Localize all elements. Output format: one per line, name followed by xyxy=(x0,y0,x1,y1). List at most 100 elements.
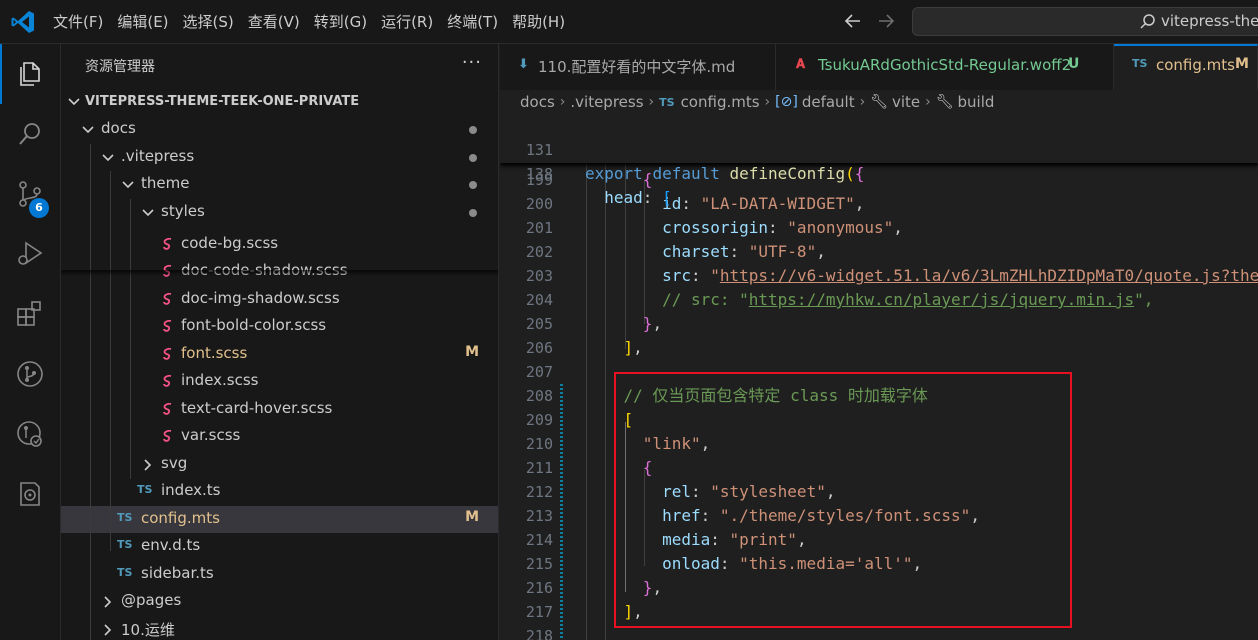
code-line: { xyxy=(642,458,653,477)
menu-file[interactable]: 文件(F) xyxy=(46,0,110,44)
search-icon xyxy=(19,123,40,145)
typescript-file-icon: TS xyxy=(117,511,133,524)
code-link[interactable]: https://v6-widget.51.la/v6/3LmZHLhDZIDpM… xyxy=(720,266,1258,285)
testing-activity[interactable] xyxy=(0,464,61,524)
chevron-right-icon xyxy=(144,459,152,471)
tree-item-label: doc-img-shadow.scss xyxy=(181,289,340,307)
tree-item[interactable]: doc-img-shadow.scss xyxy=(61,286,498,313)
tree-item[interactable]: theme xyxy=(61,171,498,198)
explorer-title: 资源管理器 xyxy=(85,59,155,75)
sticky-scroll: 131 export default defineConfig({ 138 he… xyxy=(500,114,1258,207)
tree-item[interactable]: .vitepress xyxy=(61,144,498,171)
line-number: 206 xyxy=(525,339,553,357)
tree-sticky-shadow xyxy=(61,270,498,276)
line-number: 215 xyxy=(525,555,553,573)
testing-icon xyxy=(20,482,40,506)
menu-edit[interactable]: 编辑(E) xyxy=(110,0,175,44)
chevron-right-icon: › xyxy=(925,94,931,110)
breadcrumb-build[interactable]: build xyxy=(958,93,995,111)
tree-item-label: docs xyxy=(101,119,136,137)
line-number: 205 xyxy=(525,315,553,333)
chevron-down-icon xyxy=(122,181,134,189)
typescript-file-icon: TS xyxy=(117,538,133,551)
line-number: 210 xyxy=(525,435,553,453)
tab-label: config.mts xyxy=(1156,56,1235,74)
tree-item[interactable]: TS config.mts M xyxy=(61,506,498,533)
menu-view[interactable]: 查看(V) xyxy=(241,0,307,44)
breadcrumb: docs › .vitepress › TS config.mts › [⊘] … xyxy=(500,90,1258,114)
tree-item-label: @pages xyxy=(121,591,182,609)
tree-item-label: code-bg.scss xyxy=(181,234,279,252)
tree-item[interactable]: TS index.ts xyxy=(61,478,498,505)
git-graph-activity[interactable] xyxy=(0,344,61,404)
tree-item[interactable]: code-bg.scss xyxy=(61,231,498,258)
property-wrench-icon: 🔧︎ xyxy=(935,94,954,110)
explorer-activity[interactable] xyxy=(0,44,61,104)
breadcrumb-vite[interactable]: vite xyxy=(892,93,920,111)
sass-file-icon xyxy=(163,319,172,332)
modified-status: M xyxy=(1235,56,1249,72)
line-number: 138 xyxy=(525,165,553,183)
editor-tabs: ⬇ 110.配置好看的中文字体.md 𝐀 TsukuARdGothicStd-R… xyxy=(500,44,1258,90)
line-number: 217 xyxy=(525,603,553,621)
tree-indent-guide xyxy=(130,199,131,479)
code-line: }, xyxy=(642,578,663,597)
workspace-section-header[interactable]: VITEPRESS-THEME-TEEK-ONE-PRIVATE xyxy=(61,88,498,116)
tree-item-label: config.mts xyxy=(141,509,220,527)
tree-item-label: index.scss xyxy=(181,371,259,389)
tree-item[interactable]: svg xyxy=(61,451,498,478)
chevron-right-icon xyxy=(104,596,112,608)
tree-item[interactable]: 10.运维 xyxy=(61,616,498,640)
search-activity[interactable] xyxy=(0,104,61,164)
code-link[interactable]: https://myhkw.cn/player/js/jquery.min.js xyxy=(749,290,1134,309)
tree-item-label: .vitepress xyxy=(121,147,195,165)
activity-bar: 6 xyxy=(0,44,61,640)
modified-dot-icon xyxy=(469,181,477,189)
explorer-sidebar: 资源管理器 ··· VITEPRESS-THEME-TEEK-ONE-PRIVA… xyxy=(61,44,499,640)
tree-item[interactable]: font.scss M xyxy=(61,341,498,368)
code-line: ], xyxy=(623,602,643,621)
tab-font-file[interactable]: 𝐀 TsukuARdGothicStd-Regular.woff2 U xyxy=(776,44,1114,90)
tree-item[interactable]: TS sidebar.ts xyxy=(61,561,498,588)
workspace-name: VITEPRESS-THEME-TEEK-ONE-PRIVATE xyxy=(85,94,360,109)
back-arrow-icon[interactable] xyxy=(842,10,864,32)
extensions-activity[interactable] xyxy=(0,284,61,344)
sass-file-icon xyxy=(163,402,172,415)
tree-item[interactable]: index.scss xyxy=(61,368,498,395)
line-number: 207 xyxy=(525,363,553,381)
breadcrumb-vitepress[interactable]: .vitepress xyxy=(570,93,643,111)
code-line: rel: "stylesheet", xyxy=(662,482,836,501)
tree-item[interactable]: font-bold-color.scss xyxy=(61,313,498,340)
tab-config-mts[interactable]: TS config.mts M xyxy=(1114,44,1258,90)
menu-run[interactable]: 运行(R) xyxy=(374,0,440,44)
more-actions-icon[interactable]: ··· xyxy=(462,52,482,73)
tree-item[interactable]: text-card-hover.scss xyxy=(61,396,498,423)
code-line: [ xyxy=(623,410,634,429)
remote-explorer-activity[interactable] xyxy=(0,404,61,464)
line-number: 211 xyxy=(525,459,553,477)
breadcrumb-docs[interactable]: docs xyxy=(520,93,555,111)
run-debug-activity[interactable] xyxy=(0,224,61,284)
source-control-activity[interactable]: 6 xyxy=(0,164,61,224)
tree-item[interactable]: @pages xyxy=(61,588,498,615)
code-editor[interactable]: 131 export default defineConfig({ 138 he… xyxy=(500,114,1258,640)
tree-item[interactable]: TS env.d.ts xyxy=(61,533,498,560)
tab-markdown[interactable]: ⬇ 110.配置好看的中文字体.md xyxy=(500,44,776,90)
tree-item[interactable]: docs xyxy=(61,116,498,143)
sass-file-icon xyxy=(163,374,172,387)
menu-terminal[interactable]: 终端(T) xyxy=(440,0,505,44)
tree-item[interactable]: var.scss xyxy=(61,423,498,450)
code-line: onload: "this.media='all'", xyxy=(662,554,923,573)
menu-selection[interactable]: 选择(S) xyxy=(176,0,241,44)
breadcrumb-default[interactable]: default xyxy=(802,93,855,111)
line-number: 204 xyxy=(525,291,553,309)
line-number: 214 xyxy=(525,531,553,549)
menu-go[interactable]: 转到(G) xyxy=(307,0,374,44)
breadcrumb-config[interactable]: config.mts xyxy=(681,93,760,111)
tree-item[interactable]: styles xyxy=(61,199,498,226)
command-center-search[interactable]: vitepress-them xyxy=(912,7,1258,36)
menu-help[interactable]: 帮助(H) xyxy=(505,0,572,44)
forward-arrow-icon[interactable] xyxy=(875,10,897,32)
chevron-right-icon: › xyxy=(559,94,566,110)
chevron-down-icon xyxy=(142,209,154,217)
